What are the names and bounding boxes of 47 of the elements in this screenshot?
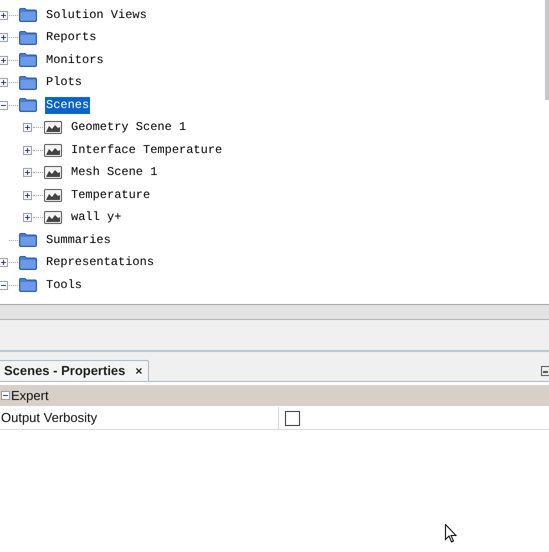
mouse-cursor-icon (445, 524, 457, 543)
folder-icon (19, 256, 37, 270)
property-name: Output Verbosity (1, 409, 98, 428)
tree-item[interactable]: Tools (45, 276, 84, 294)
maximize-icon[interactable] (541, 366, 549, 376)
expand-icon[interactable] (23, 123, 32, 132)
collapse-icon[interactable] (1, 391, 10, 400)
tree-item[interactable]: Summaries (45, 232, 112, 249)
folder-icon (19, 76, 37, 90)
landscape-image-icon (44, 166, 62, 180)
collapse-icon[interactable] (0, 280, 8, 290)
expand-icon[interactable] (23, 146, 32, 155)
tree-item[interactable]: Reports (45, 29, 98, 46)
tree-item[interactable]: Interface Temperature (70, 142, 224, 159)
category-label: Expert (11, 386, 49, 405)
folder-icon (19, 53, 37, 68)
collapse-icon[interactable] (0, 100, 8, 110)
tree-item[interactable]: Scenes (45, 96, 90, 114)
scrollbar-thumb[interactable] (545, 0, 549, 100)
folder-icon (19, 30, 37, 45)
landscape-image-icon (44, 211, 62, 224)
expand-icon[interactable] (23, 213, 32, 222)
landscape-image-icon (44, 188, 62, 202)
tree-item[interactable]: Temperature (70, 186, 152, 204)
folder-icon (19, 233, 37, 248)
landscape-image-icon (44, 144, 62, 157)
tree-item[interactable]: Solution Views (45, 6, 148, 24)
expand-icon[interactable] (23, 190, 32, 200)
properties-tab[interactable]: Scenes - Properties × (0, 360, 150, 381)
expand-icon[interactable] (23, 168, 32, 178)
tree-item[interactable]: Geometry Scene 1 (70, 119, 188, 136)
folder-icon (19, 278, 37, 292)
checkbox[interactable] (285, 410, 300, 426)
expand-icon[interactable] (0, 33, 8, 42)
folder-icon (19, 8, 37, 22)
tree-item[interactable]: Plots (45, 74, 84, 92)
tree-item[interactable]: Mesh Scene 1 (70, 164, 158, 182)
landscape-image-icon (44, 121, 62, 134)
expand-icon[interactable] (0, 258, 8, 268)
expand-icon[interactable] (0, 56, 8, 65)
expand-icon[interactable] (0, 10, 8, 20)
tree-item[interactable]: wall y+ (70, 209, 122, 226)
expand-icon[interactable] (0, 78, 8, 88)
tree-item[interactable]: Representations (45, 254, 156, 272)
close-button[interactable]: × (135, 362, 142, 380)
folder-icon (19, 98, 37, 112)
tree-item[interactable]: Monitors (45, 52, 105, 69)
